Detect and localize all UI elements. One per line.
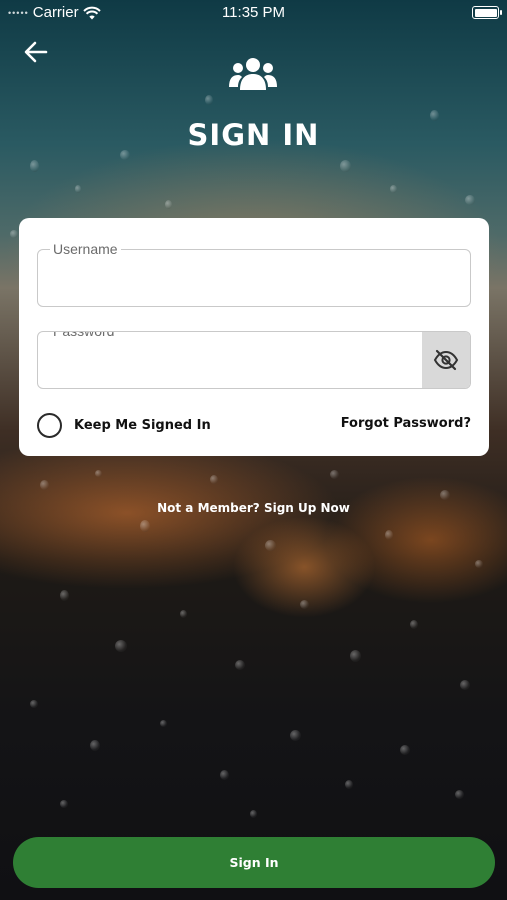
status-bar: ••••• Carrier 11:35 PM <box>0 0 507 28</box>
clock: 11:35 PM <box>221 4 286 21</box>
keep-signed-in-option[interactable]: Keep Me Signed In <box>37 413 211 438</box>
page-title: SIGN IN <box>187 118 320 152</box>
forgot-password-link[interactable]: Forgot Password? <box>341 416 471 431</box>
eye-off-icon <box>433 349 459 371</box>
keep-signed-in-label: Keep Me Signed In <box>74 418 211 433</box>
username-field[interactable]: Username <box>37 241 471 307</box>
password-field[interactable]: Password <box>37 331 471 389</box>
password-label: Password <box>50 332 118 339</box>
signup-link[interactable]: Not a Member? Sign Up Now <box>0 501 507 515</box>
login-card: Username Password Keep Me Signed In Forg… <box>19 218 489 456</box>
back-button[interactable] <box>20 36 52 68</box>
username-input[interactable] <box>50 262 430 296</box>
arrow-left-icon <box>24 41 48 63</box>
users-group-icon <box>229 58 277 90</box>
username-label: Username <box>50 241 121 257</box>
sign-in-button[interactable]: Sign In <box>13 837 495 888</box>
keep-signed-in-radio[interactable] <box>37 413 62 438</box>
password-input[interactable] <box>50 344 410 378</box>
password-visibility-toggle[interactable] <box>422 332 470 388</box>
battery-icon <box>472 6 502 19</box>
